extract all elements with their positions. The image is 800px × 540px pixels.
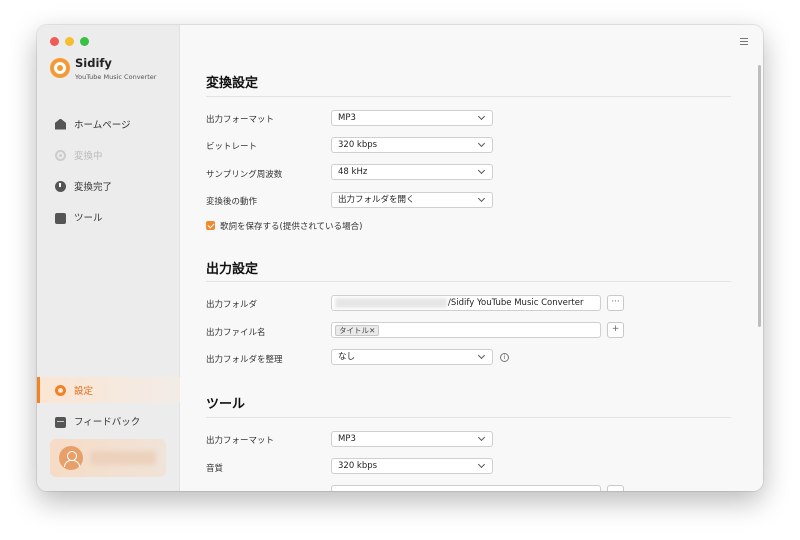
save-lyrics-checkbox[interactable] (206, 221, 215, 230)
organize-folder-label: 出力フォルダを整理 (206, 355, 283, 365)
sidebar-item-label: ツール (74, 213, 103, 224)
samplerate-select[interactable]: 48 kHz (331, 164, 493, 180)
chevron-down-icon (477, 433, 486, 442)
chevron-down-icon (477, 194, 486, 203)
output-filename-label: 出力ファイル名 (206, 328, 266, 338)
samplerate-value: 48 kHz (338, 167, 368, 177)
app-name: Sidify (75, 56, 112, 70)
add-tag-button[interactable]: + (607, 322, 624, 338)
mail-icon (55, 416, 66, 428)
bitrate-label: ビットレート (206, 142, 258, 152)
user-icon (59, 446, 83, 470)
chevron-down-icon (477, 351, 486, 360)
organize-folder-select[interactable]: なし (331, 349, 493, 365)
output-format-select[interactable]: MP3 (331, 110, 493, 126)
app-window: Sidify YouTube Music Converter ホームページ 変換… (37, 25, 763, 491)
after-conversion-value: 出力フォルダを開く (338, 195, 415, 205)
section-title-tools: ツール (206, 397, 246, 412)
user-card[interactable] (50, 439, 166, 477)
sidebar-item-label: 変換完了 (74, 182, 113, 193)
section-title-conversion: 変換設定 (206, 76, 259, 91)
scrollbar[interactable] (758, 65, 761, 327)
divider (206, 281, 731, 282)
gear-icon (55, 384, 66, 396)
after-conversion-select[interactable]: 出力フォルダを開く (331, 192, 493, 208)
bitrate-select[interactable]: 320 kbps (331, 137, 493, 153)
partial-button-cutoff[interactable] (607, 485, 624, 491)
section-title-output: 出力設定 (206, 262, 259, 277)
output-filename-field[interactable]: タイトル✕ (331, 322, 601, 338)
folder-path-redacted (335, 298, 447, 308)
sidebar-item-label: 変換中 (74, 151, 103, 162)
window-controls (50, 37, 89, 46)
clock-icon (55, 180, 66, 192)
zoom-window-button[interactable] (80, 37, 89, 46)
chevron-down-icon (477, 166, 486, 175)
sidebar-item-tools[interactable]: ツール (37, 204, 180, 230)
output-folder-field[interactable]: /Sidify YouTube Music Converter (331, 295, 601, 311)
info-icon[interactable]: i (500, 353, 509, 362)
chevron-down-icon (477, 139, 486, 148)
quality-select[interactable]: 320 kbps (331, 458, 493, 474)
menu-icon[interactable] (740, 38, 748, 45)
output-format-value: MP3 (338, 113, 356, 123)
sidebar-item-label: ホームページ (74, 120, 131, 131)
output-folder-label: 出力フォルダ (206, 300, 258, 310)
quality-label: 音質 (206, 464, 224, 474)
bitrate-value: 320 kbps (338, 140, 378, 150)
after-conversion-label: 変換後の動作 (206, 197, 258, 207)
sidebar: Sidify YouTube Music Converter ホームページ 変換… (37, 25, 180, 491)
organize-folder-value: なし (338, 352, 356, 362)
home-icon (55, 118, 66, 130)
tools-format-label: 出力フォーマット (206, 436, 275, 446)
quality-value: 320 kbps (338, 461, 378, 471)
chevron-down-icon (477, 460, 486, 469)
partial-field-cutoff[interactable] (331, 485, 601, 491)
sidebar-item-feedback[interactable]: フィードバック (37, 408, 180, 434)
sidebar-item-label: フィードバック (74, 417, 141, 428)
converting-icon (55, 149, 66, 161)
sidebar-item-converted[interactable]: 変換完了 (37, 173, 180, 199)
app-logo-icon (50, 58, 70, 78)
minimize-window-button[interactable] (65, 37, 74, 46)
chevron-down-icon (477, 112, 486, 121)
sidebar-item-home[interactable]: ホームページ (37, 111, 180, 137)
settings-panel: 変換設定 出力フォーマット MP3 ビットレート 320 kbps サンプリング… (180, 25, 763, 491)
sidebar-item-settings[interactable]: 設定 (37, 377, 180, 403)
tools-format-value: MP3 (338, 434, 356, 444)
divider (206, 417, 731, 418)
toolbox-icon (55, 212, 66, 224)
browse-folder-button[interactable]: ··· (607, 295, 624, 311)
samplerate-label: サンプリング周波数 (206, 170, 283, 180)
close-window-button[interactable] (50, 37, 59, 46)
save-lyrics-label: 歌詞を保存する(提供されている場合) (220, 222, 363, 232)
output-format-label: 出力フォーマット (206, 115, 275, 125)
user-name-redacted (90, 451, 156, 465)
tools-format-select[interactable]: MP3 (331, 431, 493, 447)
sidebar-item-label: 設定 (74, 386, 94, 397)
sidebar-item-converting[interactable]: 変換中 (37, 142, 180, 168)
app-subtitle: YouTube Music Converter (75, 73, 157, 81)
divider (206, 96, 731, 97)
output-folder-value: /Sidify YouTube Music Converter (448, 298, 584, 308)
filename-tag-title[interactable]: タイトル✕ (335, 325, 380, 336)
